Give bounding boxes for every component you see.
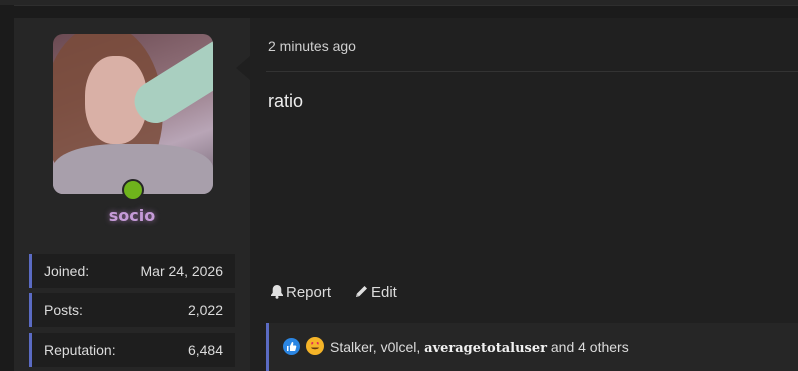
stat-value: Mar 24, 2026 <box>140 263 224 279</box>
reaction-others[interactable]: and 4 others <box>551 339 629 355</box>
stat-value: 6,484 <box>187 342 223 358</box>
username[interactable]: socio <box>14 206 250 225</box>
heart-eyes-icon <box>306 337 324 355</box>
forum-post: socio Joined: Mar 24, 2026 Posts: 2,022 … <box>14 18 798 371</box>
edit-button[interactable]: Edit <box>354 284 397 303</box>
avatar[interactable] <box>53 34 213 194</box>
user-sidebar: socio Joined: Mar 24, 2026 Posts: 2,022 … <box>14 18 250 371</box>
reaction-users-plain: Stalker, v0lcel, <box>330 339 421 355</box>
top-divider <box>14 5 798 6</box>
stat-posts: Posts: 2,022 <box>29 293 235 327</box>
report-label: Report <box>286 284 332 301</box>
header-divider <box>266 71 798 72</box>
edit-label: Edit <box>371 284 397 301</box>
online-status-icon <box>122 179 144 201</box>
message-pointer <box>236 56 250 80</box>
like-icon <box>283 338 300 355</box>
stat-reputation: Reputation: 6,484 <box>29 333 235 367</box>
pencil-icon <box>354 284 369 303</box>
post-timestamp[interactable]: 2 minutes ago <box>268 38 356 54</box>
post-message: ratio <box>268 91 304 111</box>
stat-value: 2,022 <box>187 302 223 318</box>
reactions-bar[interactable]: Stalker, v0lcel, averagetotaluser and 4 … <box>266 323 798 371</box>
stat-label: Joined: <box>44 263 90 279</box>
reaction-users[interactable]: Stalker, v0lcel, averagetotaluser and 4 … <box>330 339 629 356</box>
stat-joined: Joined: Mar 24, 2026 <box>29 254 235 288</box>
stat-label: Reputation: <box>44 342 116 358</box>
bell-icon <box>270 284 284 303</box>
reaction-user-highlight[interactable]: averagetotaluser <box>424 341 547 356</box>
stat-label: Posts: <box>44 302 83 318</box>
report-button[interactable]: Report <box>270 284 331 303</box>
